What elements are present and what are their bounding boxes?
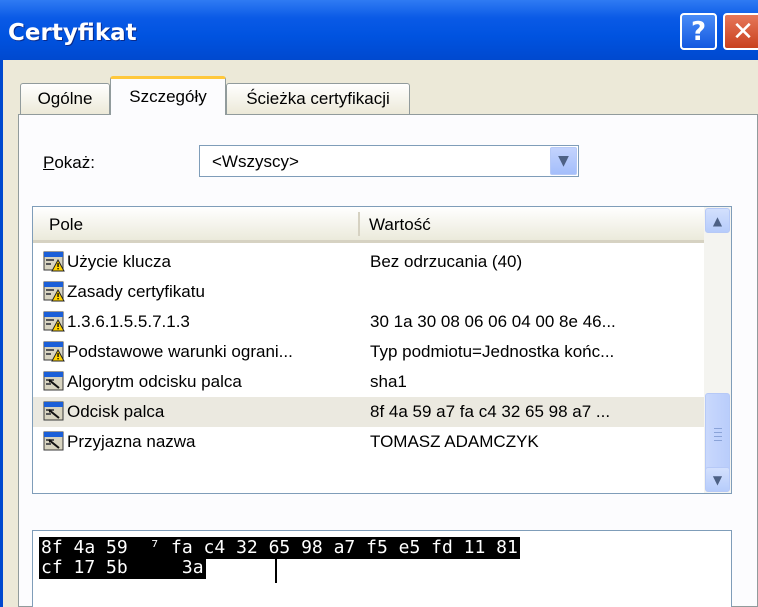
value-line-2: cf 17 5b 3a (39, 557, 206, 579)
tab-label: Ścieżka certyfikacji (246, 89, 390, 108)
list-rows: Użycie klucza Bez odrzucania (40) Zasady… (33, 247, 705, 457)
close-button[interactable]: ✕ (723, 13, 758, 50)
extension-warning-icon (43, 281, 65, 302)
row-field-value: 30 1a 30 08 06 06 04 00 8e 46... (370, 312, 616, 331)
row-field-name: Przyjazna nazwa (67, 432, 196, 451)
title-bar: Certyfikat ? ✕ (0, 0, 758, 60)
tab-general[interactable]: Ogólne (20, 83, 110, 114)
scroll-up-icon[interactable]: ▲ (705, 208, 730, 233)
list-row[interactable]: Zasady certyfikatu (33, 277, 705, 307)
certificate-dialog: Ogólne Szczegóły Ścieżka certyfikacji Po… (0, 60, 758, 607)
row-field-value: sha1 (370, 372, 407, 391)
tab-label: Szczegóły (129, 87, 207, 106)
row-field-name: Użycie klucza (67, 252, 171, 271)
extension-warning-icon (43, 311, 65, 332)
list-header: Pole Wartość (33, 207, 705, 243)
extension-warning-icon (43, 251, 65, 272)
tab-details[interactable]: Szczegóły (110, 76, 226, 115)
row-field-value: 8f 4a 59 a7 fa c4 32 65 98 a7 ... (370, 402, 611, 421)
row-field-name: Zasady certyfikatu (67, 282, 205, 301)
scrollbar-thumb[interactable] (705, 393, 730, 473)
fields-list[interactable]: Pole Wartość Użycie klucza Bez odrzucani… (32, 206, 732, 494)
help-icon: ? (690, 16, 707, 47)
row-field-name: Podstawowe warunki ograni... (67, 342, 293, 361)
row-field-value: TOMASZ ADAMCZYK (370, 432, 539, 451)
show-dropdown[interactable]: <Wszyscy> ▼ (199, 145, 579, 177)
chevron-down-icon[interactable]: ▼ (550, 147, 577, 175)
property-icon (43, 431, 65, 452)
show-dropdown-value: <Wszyscy> (212, 152, 299, 171)
list-scrollbar[interactable]: ▲ ▼ (704, 207, 731, 493)
column-header-value[interactable]: Wartość (369, 215, 431, 235)
field-value-textbox[interactable]: 8f 4a 59 ⁷ fa c4 32 65 98 a7 f5 e5 fd 11… (32, 530, 732, 607)
row-field-name: Odcisk palca (67, 402, 165, 421)
text-cursor-icon (275, 555, 285, 583)
list-row-selected[interactable]: Odcisk palca 8f 4a 59 a7 fa c4 32 65 98 … (33, 397, 705, 427)
tab-certification-path[interactable]: Ścieżka certyfikacji (226, 83, 410, 114)
extension-warning-icon (43, 341, 65, 362)
property-icon (43, 401, 65, 422)
property-icon (43, 371, 65, 392)
close-icon: ✕ (732, 16, 754, 47)
scroll-down-icon[interactable]: ▼ (705, 467, 730, 492)
row-field-name: Algorytm odcisku palca (67, 372, 242, 391)
list-row[interactable]: 1.3.6.1.5.5.7.1.3 30 1a 30 08 06 06 04 0… (33, 307, 705, 337)
list-row[interactable]: Użycie klucza Bez odrzucania (40) (33, 247, 705, 277)
help-button[interactable]: ? (680, 13, 717, 50)
column-header-field[interactable]: Pole (49, 215, 83, 235)
list-row[interactable]: Podstawowe warunki ograni... Typ podmiot… (33, 337, 705, 367)
column-separator[interactable] (358, 212, 360, 236)
list-row[interactable]: Algorytm odcisku palca sha1 (33, 367, 705, 397)
row-field-value: Bez odrzucania (40) (370, 252, 523, 271)
show-label: Pokaż: (43, 153, 95, 172)
row-field-name: 1.3.6.1.5.5.7.1.3 (67, 312, 190, 331)
tab-label: Ogólne (37, 89, 93, 108)
window-title: Certyfikat (8, 20, 137, 46)
list-row[interactable]: Przyjazna nazwa TOMASZ ADAMCZYK (33, 427, 705, 457)
row-field-value: Typ podmiotu=Jednostka końc... (370, 342, 615, 361)
